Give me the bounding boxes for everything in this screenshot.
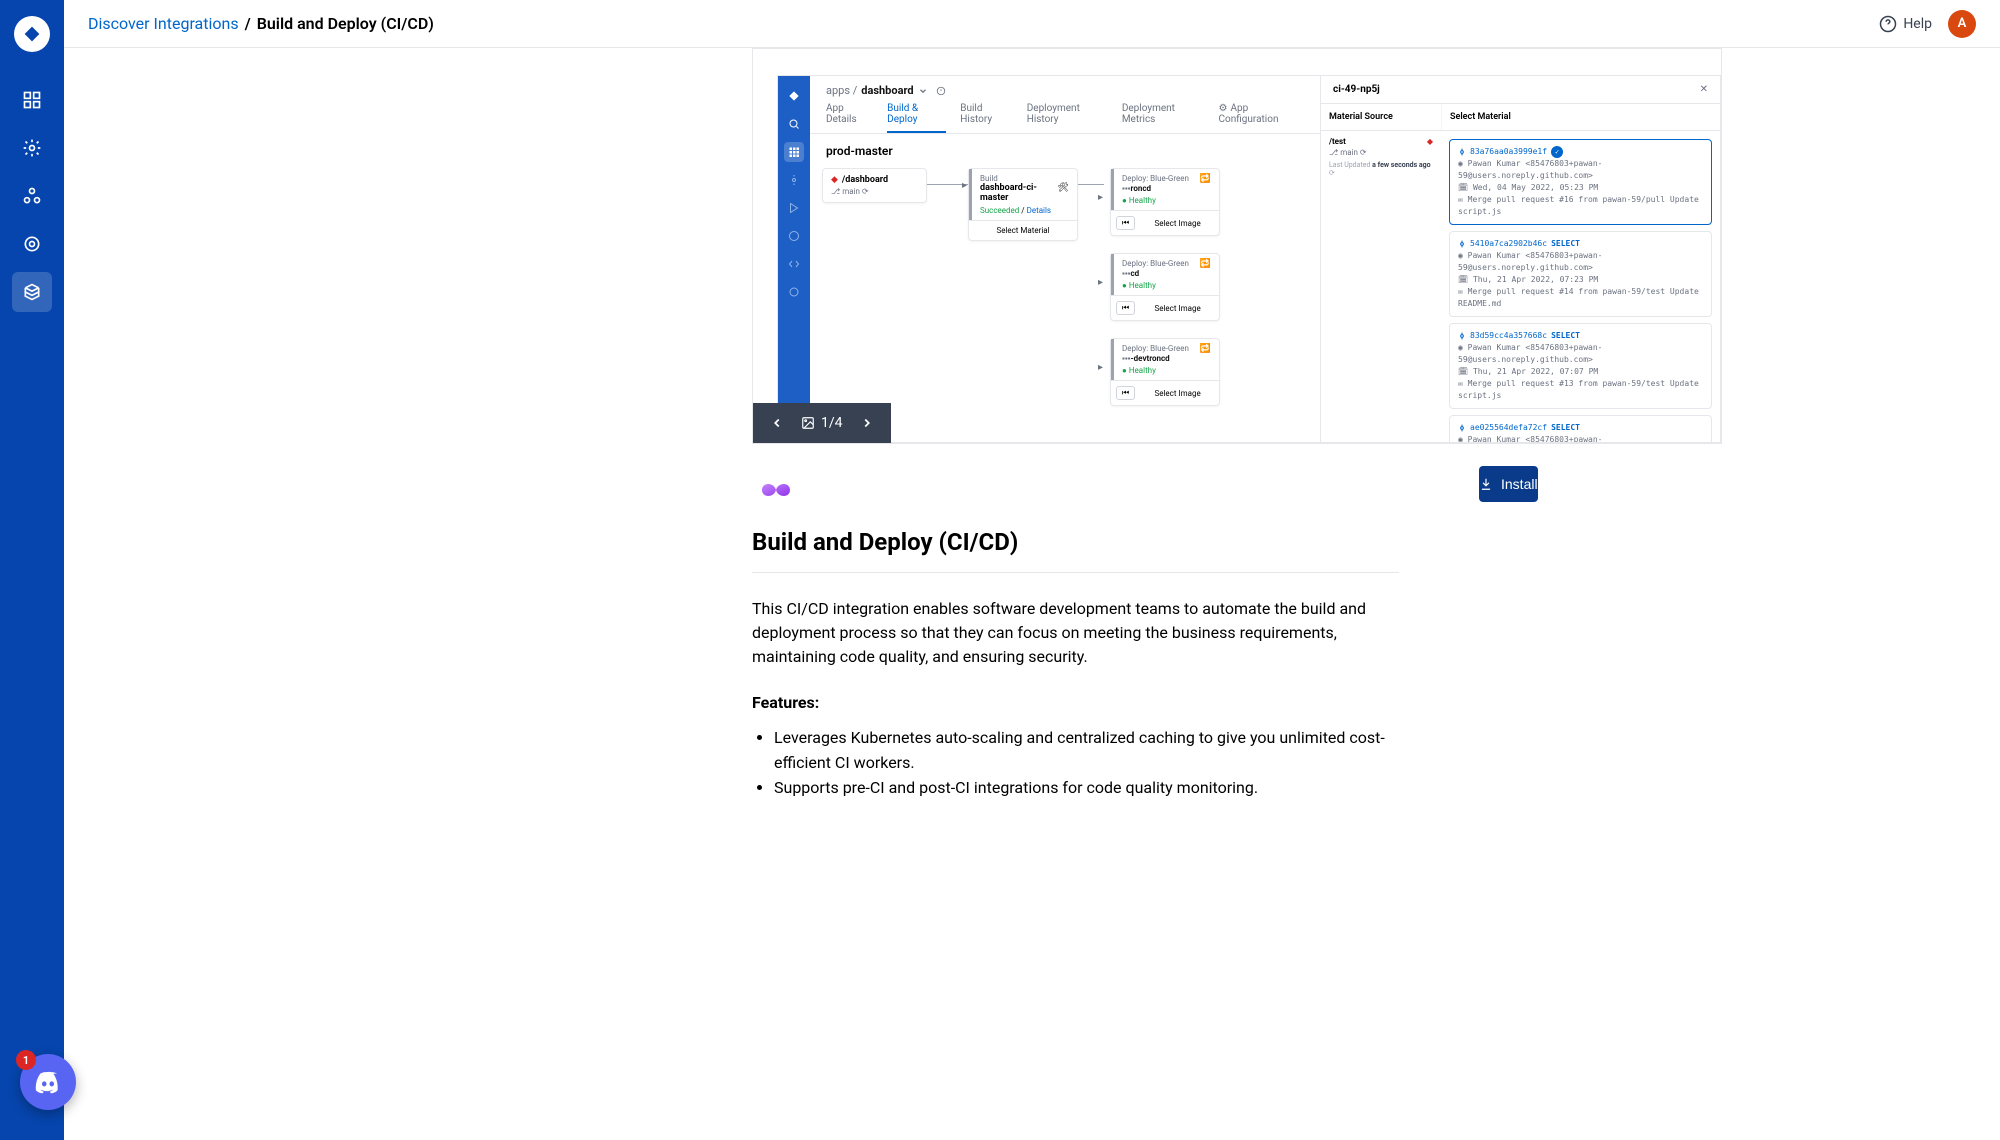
close-icon[interactable]: ✕ [1700, 84, 1708, 95]
breadcrumb-current: Build and Deploy (CI/CD) [257, 14, 434, 33]
discord-fab[interactable]: 1 [20, 1054, 76, 1110]
carousel-next[interactable] [851, 407, 883, 439]
sidebar-item-integrations[interactable] [12, 272, 52, 312]
features-heading: Features: [752, 693, 1399, 712]
image-icon [801, 416, 815, 430]
help-icon [1879, 15, 1897, 33]
user-avatar[interactable]: A [1948, 10, 1976, 38]
install-button[interactable]: Install [1479, 466, 1538, 502]
sidebar-item-gear[interactable] [12, 128, 52, 168]
help-link[interactable]: Help [1879, 15, 1932, 33]
sidebar-item-settings[interactable] [12, 224, 52, 264]
integration-icon [752, 466, 800, 514]
sidebar-item-cluster[interactable] [12, 176, 52, 216]
carousel-nav: 1/4 [753, 403, 891, 443]
carousel-counter: 1/4 [821, 415, 843, 431]
carousel-image: apps / dashboard App DetailsBuild & Depl… [777, 75, 1721, 443]
feature-item: Supports pre-CI and post-CI integrations… [774, 776, 1399, 801]
sidebar-item-apps[interactable] [12, 80, 52, 120]
app-sidebar: 1 [0, 0, 64, 1140]
breadcrumb-root[interactable]: Discover Integrations [88, 14, 239, 33]
integration-title: Build and Deploy (CI/CD) [752, 528, 1399, 556]
app-logo [14, 16, 50, 52]
topbar: Discover Integrations / Build and Deploy… [64, 0, 2000, 48]
integration-description: This CI/CD integration enables software … [752, 597, 1399, 669]
feature-item: Leverages Kubernetes auto-scaling and ce… [774, 726, 1399, 776]
discord-badge: 1 [16, 1050, 36, 1070]
carousel-prev[interactable] [761, 407, 793, 439]
screenshot-carousel: apps / dashboard App DetailsBuild & Depl… [752, 48, 1722, 444]
breadcrumb: Discover Integrations / Build and Deploy… [88, 14, 434, 33]
download-icon [1479, 477, 1493, 491]
